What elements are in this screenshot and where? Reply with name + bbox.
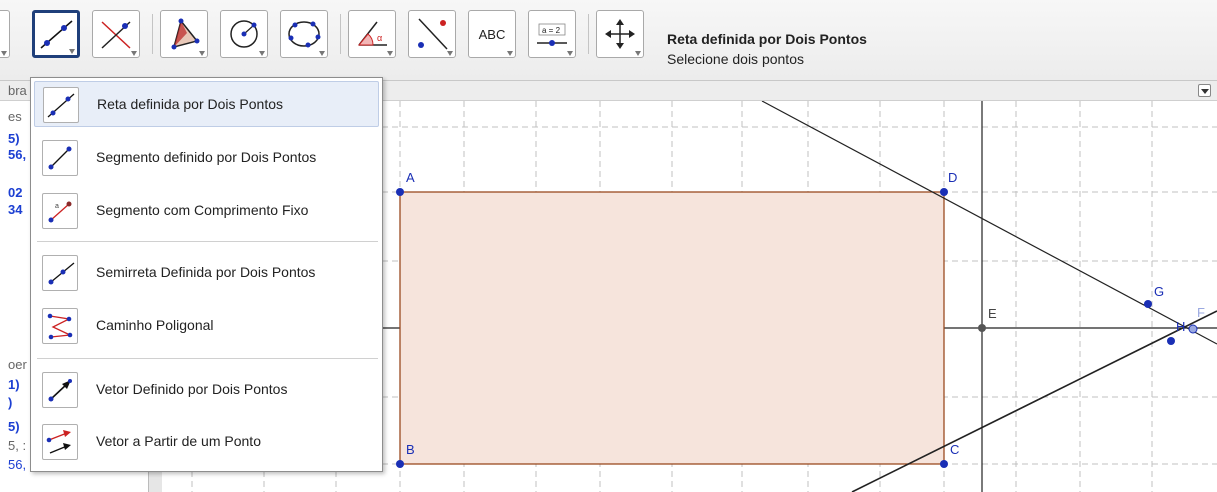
conic-tool-button[interactable]: [280, 10, 328, 58]
menu-item-line[interactable]: Reta definida por Dois Pontos: [34, 81, 379, 127]
point-d[interactable]: [940, 188, 948, 196]
point-a[interactable]: [396, 188, 404, 196]
algebra-line[interactable]: 5): [8, 131, 20, 146]
point-e[interactable]: [978, 324, 986, 332]
menu-item-label: Caminho Poligonal: [96, 317, 214, 333]
point-h[interactable]: [1167, 337, 1175, 345]
label-a: A: [406, 170, 415, 185]
label-c: C: [950, 442, 959, 457]
circle-center-point-icon: [230, 20, 258, 48]
menu-item-label: Segmento definido por Dois Pontos: [96, 149, 317, 165]
line-tools-menu: Reta definida por Dois Pontos Segmento d…: [30, 77, 383, 472]
point-g[interactable]: [1144, 300, 1152, 308]
slider-icon: a = 2: [537, 23, 567, 46]
point-c[interactable]: [940, 460, 948, 468]
line-icon: [47, 93, 75, 118]
text-tool-button[interactable]: ABC: [468, 10, 516, 58]
menu-item-segment[interactable]: Segmento definido por Dois Pontos: [34, 135, 379, 181]
menu-item-label: Segmento com Comprimento Fixo: [96, 202, 309, 218]
polygon-tool-button[interactable]: [160, 10, 208, 58]
label-b: B: [406, 442, 415, 457]
polyline-icon: [47, 313, 73, 340]
svg-text:a: a: [55, 203, 59, 210]
menu-item-label: Vetor Definido por Dois Pontos: [96, 381, 288, 397]
algebra-line: es: [8, 109, 22, 124]
toolbar: α ABC a = 2 Reta definida por Dois Ponto…: [0, 0, 1217, 81]
angle-icon: α: [357, 21, 387, 46]
polygon-icon: [171, 18, 200, 50]
algebra-line: 5, :: [8, 438, 27, 453]
menu-item-vector[interactable]: Vetor Definido por Dois Pontos: [34, 367, 379, 413]
point-f[interactable]: [1188, 324, 1198, 334]
menu-item-fixed-segment[interactable]: a Segmento com Comprimento Fixo: [34, 188, 379, 234]
slider-tool-button[interactable]: a = 2: [528, 10, 576, 58]
algebra-line[interactable]: ): [8, 395, 12, 410]
view-splitter[interactable]: [148, 471, 162, 492]
move-graphics-view-icon: [605, 19, 635, 49]
fixed-segment-icon: a: [48, 201, 72, 223]
tool-help: Selecione dois pontos: [667, 51, 804, 67]
label-d: D: [948, 170, 957, 185]
algebra-line[interactable]: 1): [8, 377, 20, 392]
label-e: E: [988, 306, 997, 321]
algebra-line[interactable]: 56,: [8, 147, 26, 162]
svg-text:α: α: [377, 33, 382, 43]
view-menu-button[interactable]: [1198, 84, 1211, 97]
point-b[interactable]: [396, 460, 404, 468]
algebra-line[interactable]: 34: [8, 202, 22, 217]
ray-icon: [48, 262, 75, 285]
menu-item-label: Semirreta Definida por Dois Pontos: [96, 264, 316, 280]
menu-item-label: Vetor a Partir de um Ponto: [96, 433, 261, 449]
menu-item-polyline[interactable]: Caminho Poligonal: [34, 303, 379, 349]
tool-title: Reta definida por Dois Pontos: [667, 31, 867, 47]
algebra-line[interactable]: 02: [8, 185, 22, 200]
algebra-line: oer: [8, 357, 27, 372]
circle-tool-button[interactable]: [220, 10, 268, 58]
reflect-about-line-icon: [418, 18, 448, 50]
line-through-points-icon: [40, 20, 73, 49]
algebra-title: bra: [8, 83, 27, 98]
conic-five-points-icon: [288, 21, 321, 48]
move-tool-button[interactable]: [0, 10, 10, 58]
segment-icon: [48, 146, 72, 170]
label-g: G: [1154, 284, 1164, 299]
line-tool-button[interactable]: [32, 10, 80, 58]
menu-item-label: Reta definida por Dois Pontos: [97, 96, 283, 112]
vector-icon: [48, 379, 72, 402]
label-h: H: [1176, 319, 1185, 334]
menu-item-vector-from-point[interactable]: Vetor a Partir de um Ponto: [34, 419, 379, 465]
perpendicular-line-icon: [101, 21, 131, 49]
geogebra-window: α ABC a = 2 Reta definida por Dois Ponto…: [0, 0, 1217, 492]
reflect-tool-button[interactable]: [408, 10, 456, 58]
label-f: F: [1197, 305, 1205, 320]
svg-text:a = 2: a = 2: [542, 26, 561, 35]
menu-item-ray[interactable]: Semirreta Definida por Dois Pontos: [34, 250, 379, 296]
rectangle-abcd[interactable]: [399, 191, 945, 465]
move-graphics-tool-button[interactable]: [596, 10, 644, 58]
angle-tool-button[interactable]: α: [348, 10, 396, 58]
algebra-line[interactable]: 5): [8, 419, 20, 434]
vector-from-point-icon: [46, 430, 71, 454]
perpendicular-line-tool-button[interactable]: [92, 10, 140, 58]
